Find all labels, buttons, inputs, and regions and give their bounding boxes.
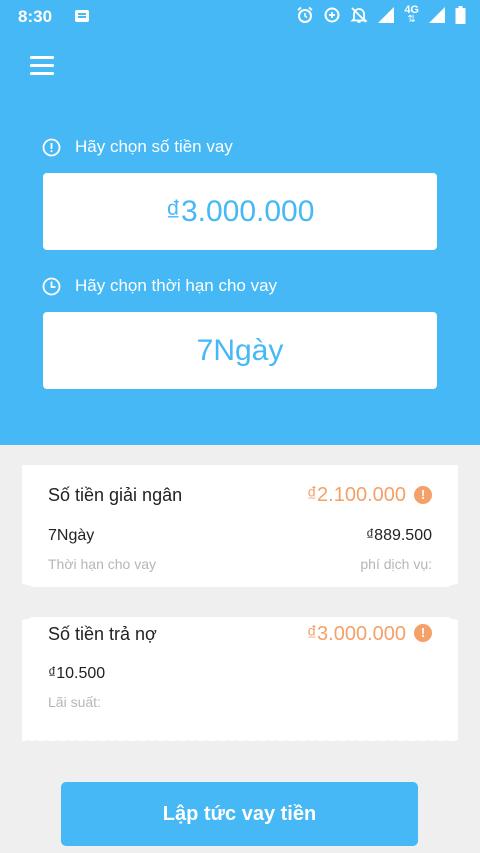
status-bar: 8:30 4G ⇅ xyxy=(0,0,480,33)
loan-amount-value: ₫3.000.000 xyxy=(165,194,315,228)
menu-icon-bar xyxy=(30,56,54,59)
repayment-card: Số tiền trả nợ ₫3.000.000 ! ₫10.500 Lãi … xyxy=(22,617,458,741)
ticket-notch xyxy=(4,584,40,620)
repayment-amount: ₫3.000.000 xyxy=(306,623,406,645)
repayment-info-icon[interactable]: ! xyxy=(414,624,432,642)
alarm-icon xyxy=(297,6,313,23)
repayment-title: Số tiền trả nợ xyxy=(48,624,157,644)
signal-icon xyxy=(429,7,445,23)
menu-icon-bar xyxy=(30,64,54,67)
interest-value: ₫10.500 xyxy=(48,665,106,682)
disbursement-amount: ₫2.100.000 xyxy=(306,484,406,506)
message-icon xyxy=(75,10,89,22)
term-label: Thời hạn cho vay xyxy=(48,556,157,572)
loan-amount-label-row: Hãy chọn số tiền vay xyxy=(42,137,233,157)
data-arrows-icon: ⇅ xyxy=(407,14,416,25)
disbursement-card: Số tiền giải ngân ₫2.100.000 ! 7Ngày ₫88… xyxy=(22,465,458,587)
loan-term-label: Hãy chọn thời hạn cho vay xyxy=(75,276,278,295)
interest-label: Lãi suất: xyxy=(48,694,101,710)
service-fee-label: phí dịch vụ: xyxy=(360,556,432,572)
ticket-edge xyxy=(22,736,458,744)
data-saver-icon xyxy=(324,7,340,23)
signal-icon xyxy=(378,7,395,23)
alert-circle-icon xyxy=(42,138,61,156)
status-time: 8:30 xyxy=(18,7,53,26)
status-icons: 4G ⇅ xyxy=(296,4,466,25)
disbursement-info-icon[interactable]: ! xyxy=(414,486,432,504)
menu-icon-bar xyxy=(30,72,54,75)
network-4g-icon: 4G ⇅ xyxy=(404,4,419,25)
clock-icon xyxy=(42,277,61,295)
loan-term-selector[interactable]: 7Ngày xyxy=(43,312,437,389)
battery-icon xyxy=(455,6,466,24)
service-fee-value: ₫889.500 xyxy=(365,527,432,544)
loan-term-label-row: Hãy chọn thời hạn cho vay xyxy=(42,276,277,296)
loan-amount-selector[interactable]: ₫3.000.000 xyxy=(43,173,437,250)
borrow-now-label: Lập tức vay tiền xyxy=(162,802,317,825)
loan-term-value: 7Ngày xyxy=(196,333,284,367)
ticket-notch xyxy=(440,584,476,620)
loan-amount-label: Hãy chọn số tiền vay xyxy=(75,137,233,156)
notifications-off-icon xyxy=(350,7,368,23)
term-value: 7Ngày xyxy=(48,527,95,544)
disbursement-title: Số tiền giải ngân xyxy=(48,485,183,505)
borrow-now-button[interactable]: Lập tức vay tiền xyxy=(61,782,418,846)
menu-button[interactable] xyxy=(30,56,54,76)
